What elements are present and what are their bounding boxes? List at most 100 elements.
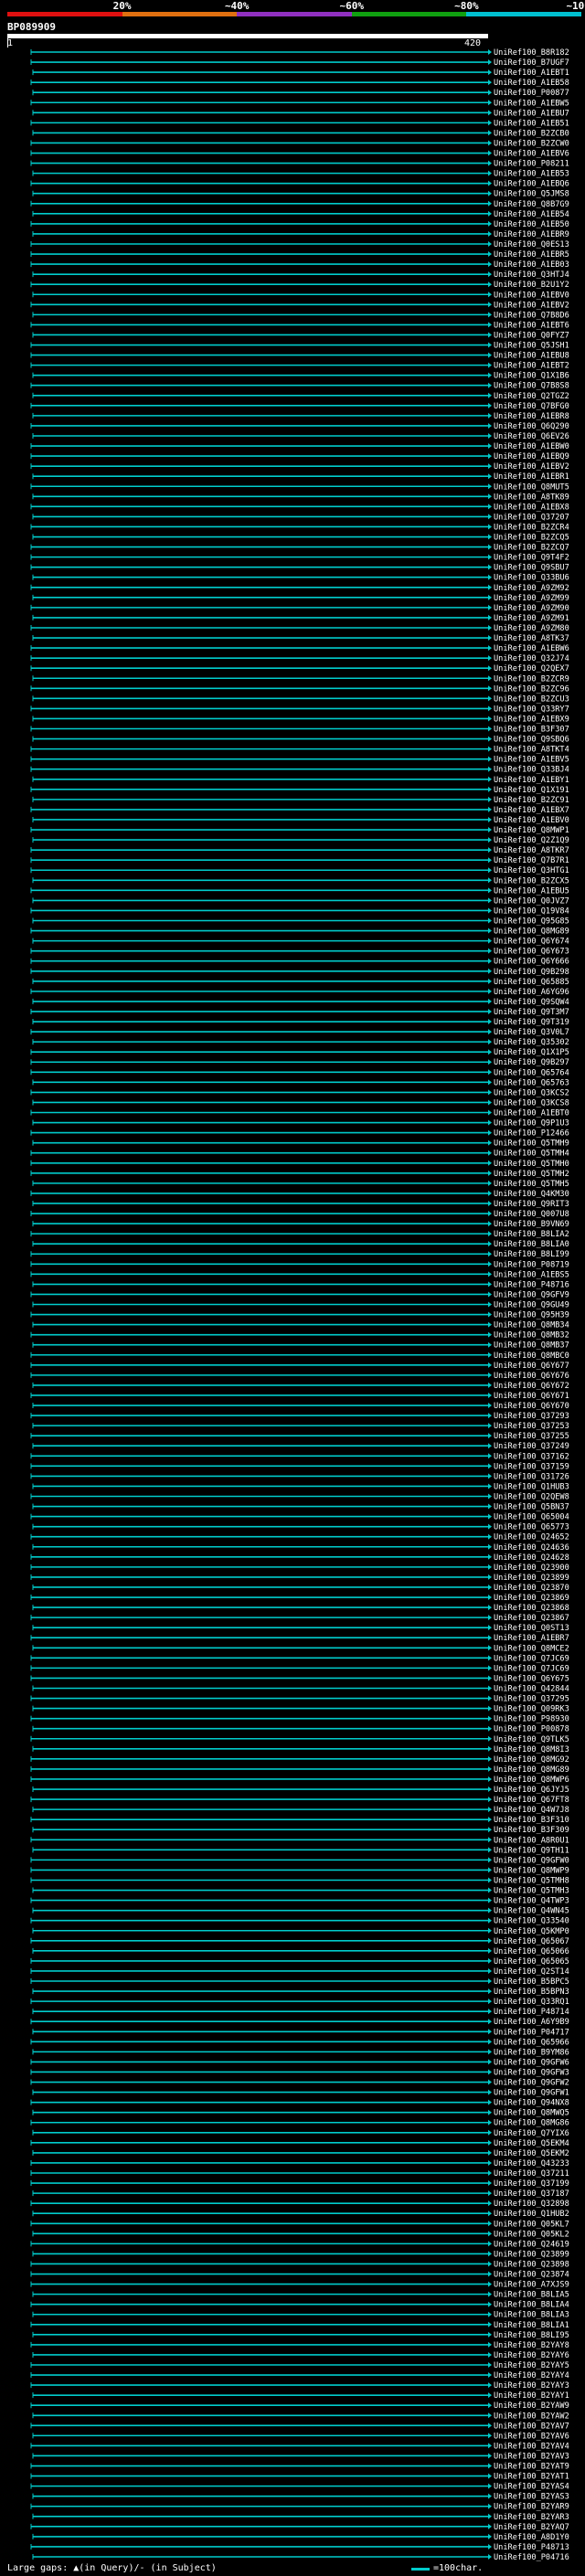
hit-end-arrow [488, 604, 492, 610]
hit-label: UniRef100_B2YAR3 [494, 2513, 569, 2522]
hit-label: UniRef100_Q0FYZ7 [494, 331, 569, 340]
hit-end-arrow [488, 2119, 492, 2125]
hit-end-arrow [488, 1635, 492, 1641]
hit-label: UniRef100_Q8MG89 [494, 1765, 569, 1775]
hit-end-arrow [488, 1553, 492, 1560]
hit-label: UniRef100_A1EBT6 [494, 321, 569, 330]
hit-label: UniRef100_Q65885 [494, 978, 569, 987]
hit-label: UniRef100_Q9T4F2 [494, 554, 569, 563]
hit-label: UniRef100_Q8MB34 [494, 1321, 569, 1330]
hit-end-arrow [488, 2190, 492, 2197]
hit-label: UniRef100_Q6Y671 [494, 1392, 569, 1401]
hit-label: UniRef100_B2ZCQ5 [494, 534, 569, 543]
hit-end-arrow [488, 1352, 492, 1358]
legend-swatch [411, 2568, 430, 2571]
hit-end-arrow [488, 716, 492, 722]
hit-label: UniRef100_Q23868 [494, 1604, 569, 1613]
hit-label: UniRef100_Q2QEX7 [494, 664, 569, 673]
hit-end-arrow [488, 1705, 492, 1712]
hit-label: UniRef100_Q2TGZ2 [494, 392, 569, 401]
hit-end-arrow [488, 1533, 492, 1540]
hit-end-arrow [488, 2271, 492, 2277]
hit-end-arrow [488, 412, 492, 419]
hit-end-arrow [488, 2453, 492, 2459]
hit-label: UniRef100_Q8MUT5 [494, 482, 569, 492]
hit-end-arrow [488, 120, 492, 126]
hit-end-arrow [488, 2159, 492, 2166]
hit-end-arrow [488, 1857, 492, 1863]
hit-label: UniRef100_A1EBV0 [494, 291, 569, 300]
hit-end-arrow [488, 251, 492, 258]
hit-label: UniRef100_A8TK37 [494, 634, 569, 643]
hit-end-arrow [488, 2463, 492, 2469]
hit-end-arrow [488, 130, 492, 136]
hit-label: UniRef100_A6YG96 [494, 988, 569, 997]
hit-end-arrow [488, 160, 492, 166]
hit-label: UniRef100_A1EBV5 [494, 756, 569, 765]
hit-label: UniRef100_Q9GFV9 [494, 1290, 569, 1299]
hit-label: UniRef100_Q9P1U3 [494, 1119, 569, 1129]
hit-label: UniRef100_Q42844 [494, 1684, 569, 1693]
hit-end-arrow [488, 1776, 492, 1782]
hit-end-arrow [488, 726, 492, 732]
hit-label: UniRef100_A1EBR9 [494, 230, 569, 239]
hit-label: UniRef100_Q33RY7 [494, 705, 569, 714]
hit-end-arrow [488, 1079, 492, 1086]
hit-end-arrow [488, 1403, 492, 1409]
hit-label: UniRef100_B8LI95 [494, 2331, 569, 2340]
hit-end-arrow [488, 655, 492, 662]
hit-label: UniRef100_Q6Y672 [494, 1382, 569, 1391]
hit-label: UniRef100_A1EBQ6 [494, 180, 569, 189]
hit-label: UniRef100_Q05KL7 [494, 2220, 569, 2229]
hit-label: UniRef100_Q8MCE2 [494, 1644, 569, 1653]
hit-label: UniRef100_Q95H39 [494, 1311, 569, 1320]
hit-end-arrow [488, 928, 492, 934]
hit-end-arrow [488, 978, 492, 984]
hit-end-arrow [488, 1877, 492, 1883]
hit-label: UniRef100_Q7B8S8 [494, 382, 569, 391]
hit-label: UniRef100_A8TKR7 [494, 846, 569, 855]
hit-end-arrow [488, 1695, 492, 1701]
hit-end-arrow [488, 1523, 492, 1530]
hit-label: UniRef100_Q31726 [494, 1472, 569, 1481]
hit-end-arrow [488, 200, 492, 207]
hit-label: UniRef100_Q5TMH5 [494, 1180, 569, 1189]
hit-label: UniRef100_A1EBX9 [494, 715, 569, 724]
hit-end-arrow [488, 1190, 492, 1196]
hit-label: UniRef100_B9YM86 [494, 2048, 569, 2057]
hit-label: UniRef100_P48714 [494, 2008, 569, 2017]
hit-label: UniRef100_P48713 [494, 2543, 569, 2552]
hit-label: UniRef100_Q67FT8 [494, 1796, 569, 1805]
hit-end-arrow [488, 544, 492, 550]
hit-label: UniRef100_Q8MBC0 [494, 1352, 569, 1361]
hit-label: UniRef100_Q37187 [494, 2189, 569, 2199]
hit-label: UniRef100_Q9GU49 [494, 1301, 569, 1310]
hit-label: UniRef100_B9VN69 [494, 1220, 569, 1229]
hit-label: UniRef100_Q65966 [494, 2038, 569, 2047]
hit-label: UniRef100_Q37162 [494, 1452, 569, 1461]
hit-end-arrow [488, 1847, 492, 1853]
hit-label: UniRef100_Q9B298 [494, 968, 569, 977]
hit-end-arrow [488, 917, 492, 924]
hit-end-arrow [488, 2149, 492, 2156]
hit-label: UniRef100_Q37199 [494, 2179, 569, 2189]
hit-label: UniRef100_A1EBU7 [494, 109, 569, 118]
hit-end-arrow [488, 1271, 492, 1277]
hit-end-arrow [488, 2029, 492, 2035]
hit-end-arrow [488, 2443, 492, 2449]
hit-label: UniRef100_A1EBU8 [494, 352, 569, 361]
hit-end-arrow [488, 1211, 492, 1217]
hit-end-arrow [488, 1937, 492, 1944]
hit-label: UniRef100_Q65066 [494, 1947, 569, 1956]
hit-end-arrow [488, 1574, 492, 1580]
hit-end-arrow [488, 938, 492, 944]
hit-label: UniRef100_Q9GFW6 [494, 2058, 569, 2067]
hit-end-arrow [488, 453, 492, 460]
hit-label: UniRef100_Q9T319 [494, 1018, 569, 1027]
hit-end-arrow [488, 524, 492, 530]
hit-label: UniRef100_B2ZCQ7 [494, 544, 569, 553]
hit-label: UniRef100_B5BPN3 [494, 1988, 569, 1997]
hit-label: UniRef100_Q3KCS2 [494, 1088, 569, 1097]
hit-label: UniRef100_A9ZM91 [494, 614, 569, 623]
hit-end-arrow [488, 554, 492, 560]
